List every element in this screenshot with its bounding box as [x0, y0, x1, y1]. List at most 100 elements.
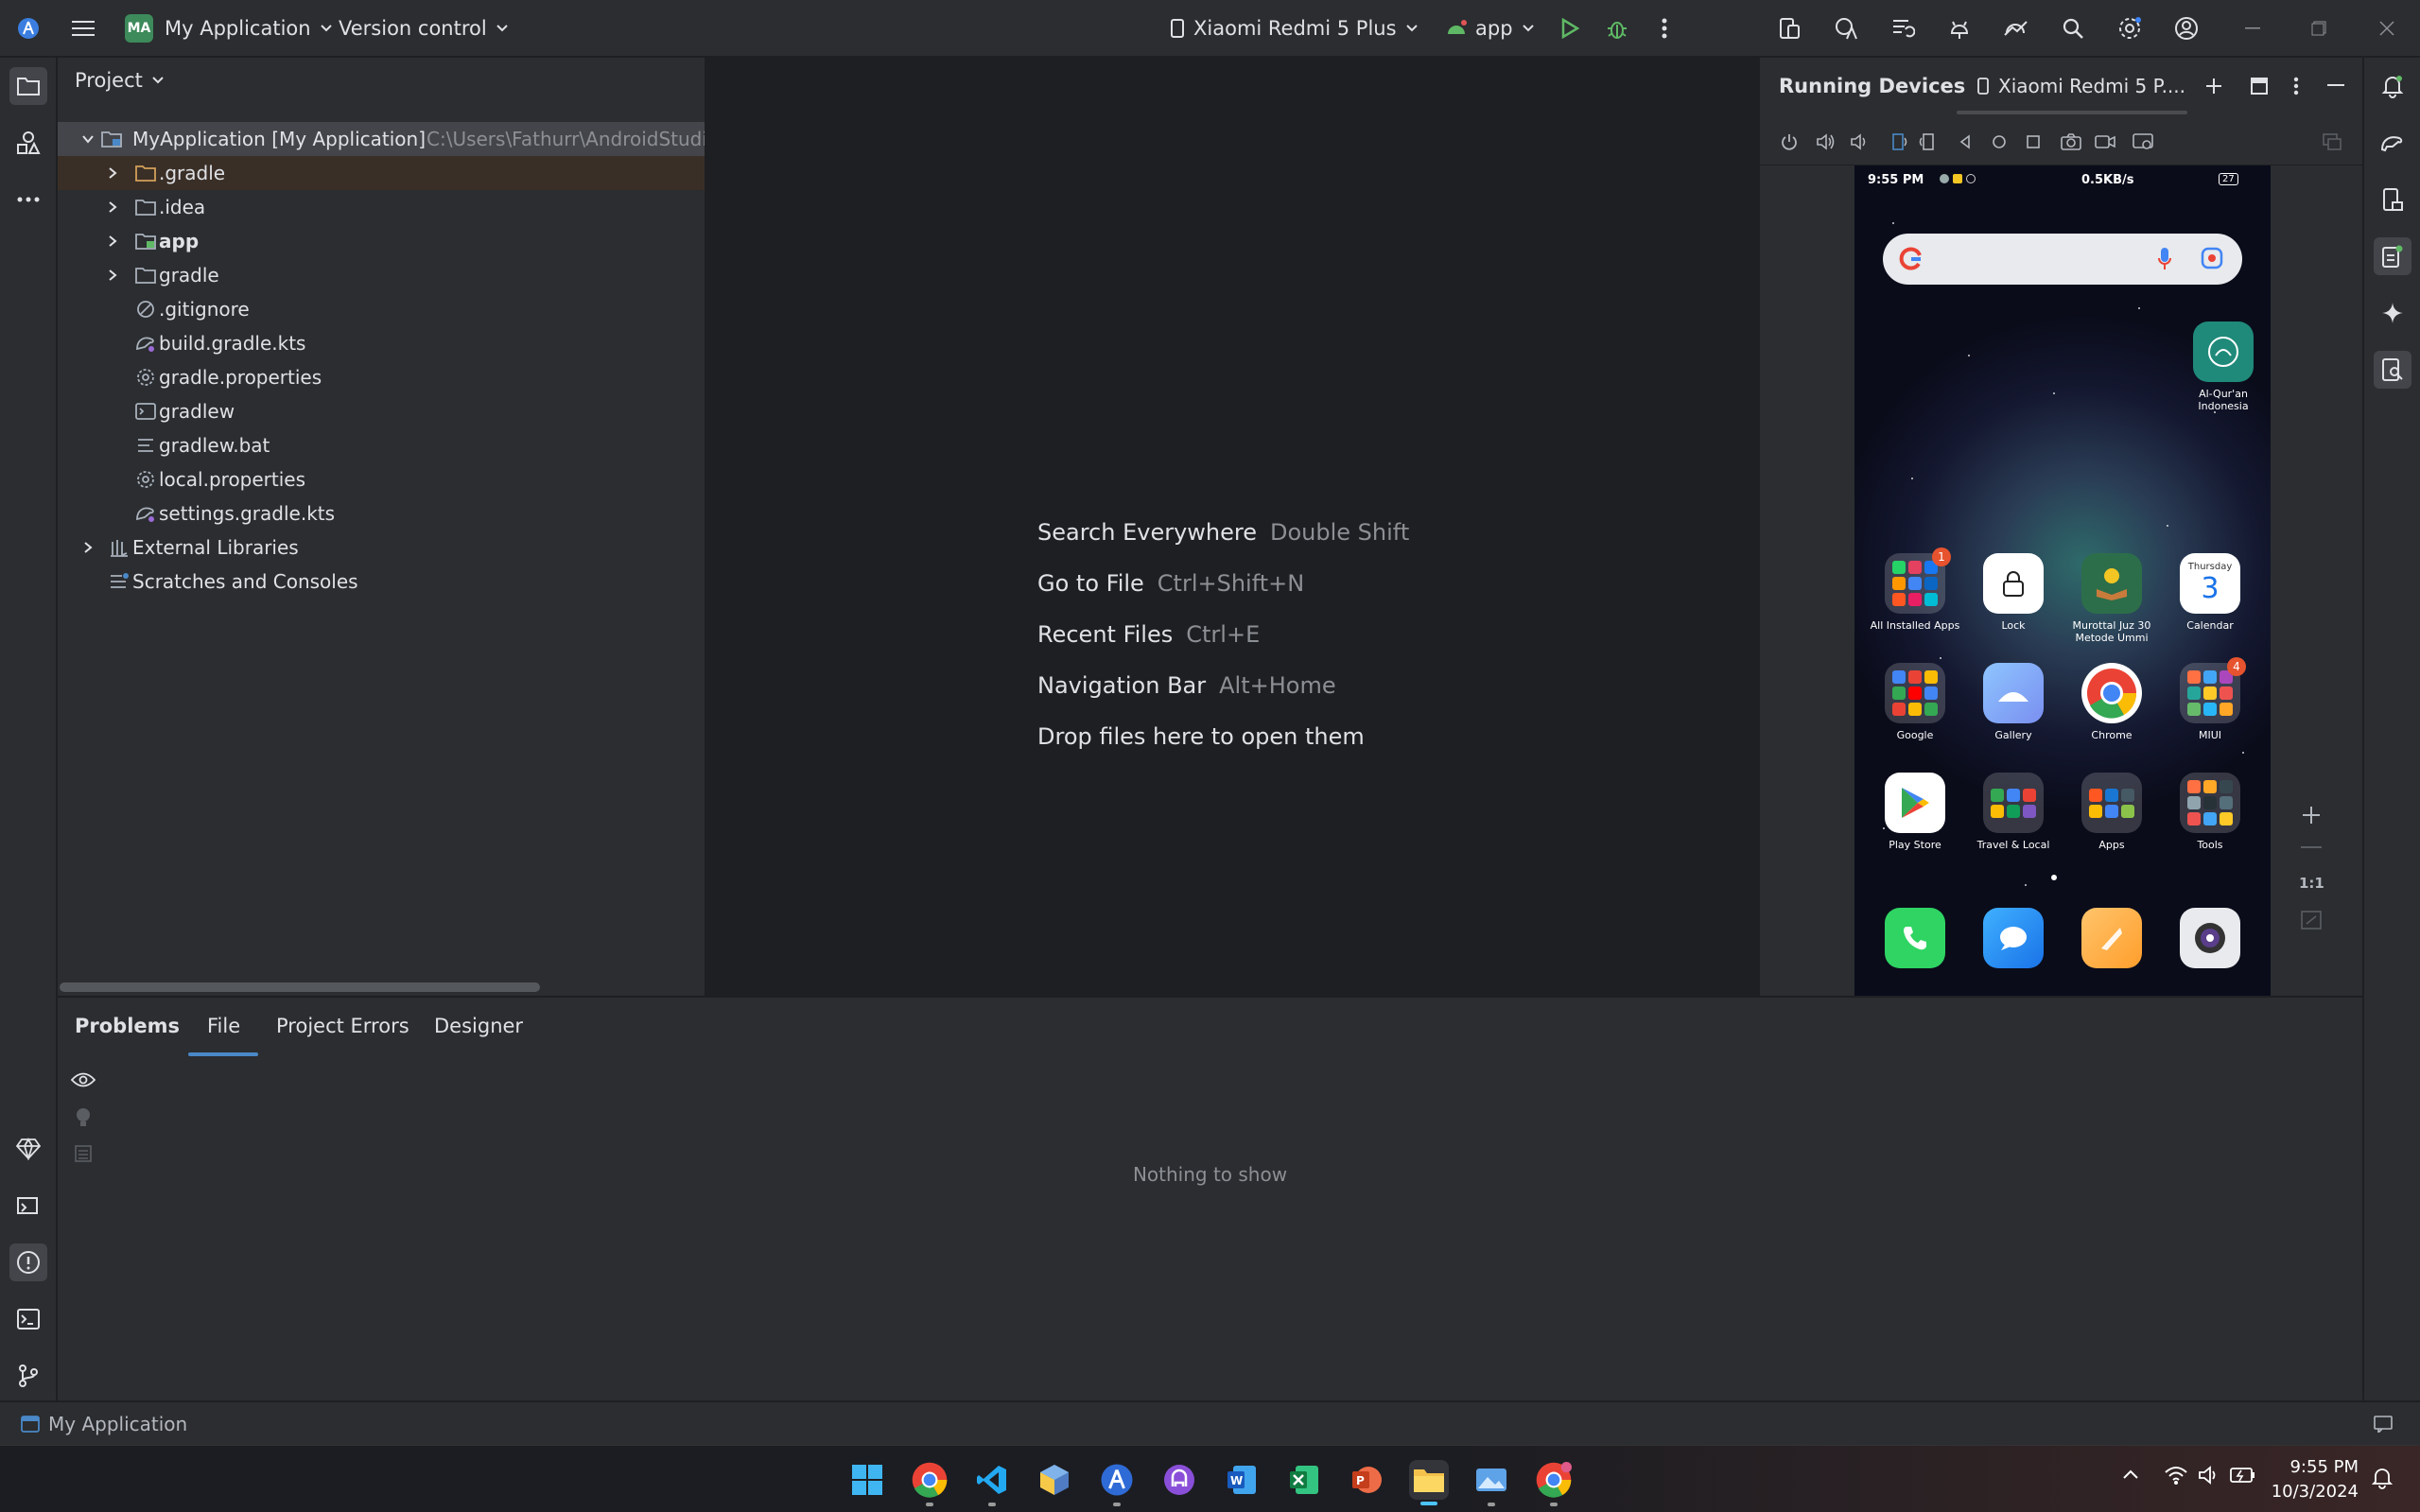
tab-problems[interactable]: Problems: [75, 1015, 180, 1037]
settings-gear-icon[interactable]: [2115, 13, 2145, 43]
microphone-icon[interactable]: [2157, 247, 2172, 271]
build-variants-button[interactable]: [9, 1187, 47, 1225]
dock-messages[interactable]: [1966, 908, 2061, 974]
dock-phone[interactable]: [1868, 908, 1962, 974]
device-settings-icon[interactable]: [2131, 130, 2155, 154]
translate-icon[interactable]: [1831, 13, 1861, 43]
add-device-icon[interactable]: [2204, 77, 2223, 96]
file-explorer-taskbar-icon[interactable]: [1409, 1460, 1449, 1500]
google-search-bar[interactable]: [1883, 234, 2242, 285]
gemini-button[interactable]: [9, 1130, 47, 1168]
app-apps-folder[interactable]: Apps: [2064, 773, 2159, 851]
more-actions-icon[interactable]: [1649, 13, 1680, 43]
app-miui-folder[interactable]: 4 MIUI: [2163, 657, 2257, 741]
taskbar-clock[interactable]: 9:55 PM 10/3/2024: [2272, 1455, 2359, 1504]
app-tools-folder[interactable]: Tools: [2163, 773, 2257, 851]
show-preview-icon[interactable]: [71, 1071, 96, 1090]
photos-taskbar-icon[interactable]: [1471, 1460, 1511, 1500]
app-travel-local[interactable]: Travel & Local: [1966, 773, 2061, 851]
device-screen[interactable]: 9:55 PM 0.5KB/s 27 Al-Qur'an Indonesia 1: [1854, 165, 2271, 996]
project-view-selector[interactable]: Project: [75, 69, 164, 92]
back-icon[interactable]: [1953, 130, 1977, 154]
chrome-profile-taskbar-icon[interactable]: [1534, 1460, 1574, 1500]
lightbulb-icon[interactable]: [75, 1107, 92, 1128]
screen-record-icon[interactable]: [2093, 130, 2117, 154]
dock-camera[interactable]: [2163, 908, 2257, 974]
overview-icon[interactable]: [2021, 130, 2046, 154]
app-chrome[interactable]: Chrome: [2064, 663, 2159, 741]
maximize-window-icon[interactable]: [2304, 13, 2334, 43]
terminal-button[interactable]: [9, 1300, 47, 1338]
window-layout-icon[interactable]: [2250, 77, 2269, 96]
app-calendar[interactable]: Thursday 3 Calendar: [2163, 553, 2257, 632]
github-desktop-taskbar-icon[interactable]: [1159, 1460, 1199, 1500]
tree-root-item[interactable]: MyApplication [My Application] C:\Users\…: [58, 122, 705, 156]
group-by-icon[interactable]: [75, 1145, 92, 1162]
tree-item-settings-gradle[interactable]: settings.gradle.kts: [58, 496, 705, 530]
volume-down-icon[interactable]: [1847, 130, 1872, 154]
device-tab[interactable]: Xiaomi Redmi 5 P....: [1977, 75, 2185, 97]
tree-item-gradle-properties[interactable]: gradle.properties: [58, 360, 705, 394]
dock-notes[interactable]: [2064, 908, 2159, 974]
rotate-right-icon[interactable]: [1915, 130, 1940, 154]
mirror-icon[interactable]: [2320, 130, 2344, 154]
tree-item-scratches[interactable]: Scratches and Consoles: [58, 565, 705, 599]
chrome-taskbar-icon[interactable]: [910, 1460, 949, 1500]
app-google-folder[interactable]: Google: [1868, 663, 1962, 741]
tree-item-external-libraries[interactable]: External Libraries: [58, 530, 705, 565]
sync-gradle-icon[interactable]: [1888, 13, 1918, 43]
app-lock[interactable]: Lock: [1966, 553, 2061, 632]
start-windows-icon[interactable]: [847, 1460, 887, 1500]
app-al-quran[interactable]: Al-Qur'an Indonesia: [2176, 322, 2271, 412]
tree-item-gradle-dir[interactable]: .gradle: [58, 156, 705, 190]
home-icon[interactable]: [1987, 130, 2011, 154]
rotate-left-icon[interactable]: [1887, 130, 1911, 154]
problems-tool-button[interactable]: [9, 1243, 47, 1281]
zoom-fit-icon[interactable]: [2301, 911, 2322, 930]
google-lens-icon[interactable]: [2201, 247, 2223, 269]
word-taskbar-icon[interactable]: W: [1222, 1460, 1262, 1500]
panel-options-icon[interactable]: [2293, 77, 2299, 96]
device-selector[interactable]: Xiaomi Redmi 5 Plus: [1171, 0, 1418, 57]
account-icon[interactable]: [2171, 13, 2202, 43]
status-widget-icon[interactable]: [2374, 1416, 2393, 1433]
battery-charging-icon[interactable]: [2230, 1467, 2256, 1484]
show-hidden-icons-chevron-up-icon[interactable]: [2122, 1469, 2139, 1480]
tab-project-errors[interactable]: Project Errors: [276, 1015, 409, 1037]
notifications-button[interactable]: [2374, 67, 2411, 105]
powerpoint-taskbar-icon[interactable]: P: [1347, 1460, 1386, 1500]
app-play-store[interactable]: Play Store: [1868, 773, 1962, 851]
tree-item-gradlew[interactable]: gradlew: [58, 394, 705, 428]
device-file-explorer-button[interactable]: [2374, 181, 2411, 218]
screenshot-icon[interactable]: [2059, 130, 2083, 154]
tree-item-gradlew-bat[interactable]: gradlew.bat: [58, 428, 705, 462]
app-inspection-button[interactable]: [2374, 351, 2411, 389]
version-control-menu[interactable]: Version control: [339, 0, 508, 57]
hide-panel-icon[interactable]: [2327, 84, 2344, 88]
run-config-selector[interactable]: app: [1445, 0, 1534, 57]
horizontal-scrollbar[interactable]: [60, 982, 540, 992]
excel-taskbar-icon[interactable]: [1284, 1460, 1324, 1500]
gradle-button[interactable]: [2374, 124, 2411, 162]
app-all-installed[interactable]: 1 All Installed Apps: [1868, 547, 1962, 632]
power-icon[interactable]: [1777, 130, 1802, 154]
wifi-icon[interactable]: [2164, 1465, 2188, 1486]
project-tool-button[interactable]: [9, 67, 47, 105]
notification-center-icon[interactable]: [2372, 1467, 2393, 1489]
zoom-out-icon[interactable]: [2301, 846, 2322, 850]
close-window-icon[interactable]: [2372, 13, 2402, 43]
vscode-taskbar-icon[interactable]: [972, 1460, 1012, 1500]
zoom-in-icon[interactable]: [2301, 805, 2322, 826]
android-studio-taskbar-icon[interactable]: [1097, 1460, 1137, 1500]
running-devices-button[interactable]: [2374, 237, 2411, 275]
app-murottal[interactable]: Murottal Juz 30 Metode Ummi: [2064, 553, 2159, 644]
tree-item-gitignore[interactable]: .gitignore: [58, 292, 705, 326]
app-inspection-icon[interactable]: [1944, 13, 1975, 43]
tab-file[interactable]: File: [207, 1015, 240, 1037]
app-gallery[interactable]: Gallery: [1966, 663, 2061, 741]
version-control-button[interactable]: [9, 1357, 47, 1395]
tree-item-build-gradle[interactable]: build.gradle.kts: [58, 326, 705, 360]
volume-icon[interactable]: [2198, 1465, 2220, 1486]
run-icon[interactable]: [1555, 13, 1585, 43]
tree-item-app[interactable]: app: [58, 224, 705, 258]
